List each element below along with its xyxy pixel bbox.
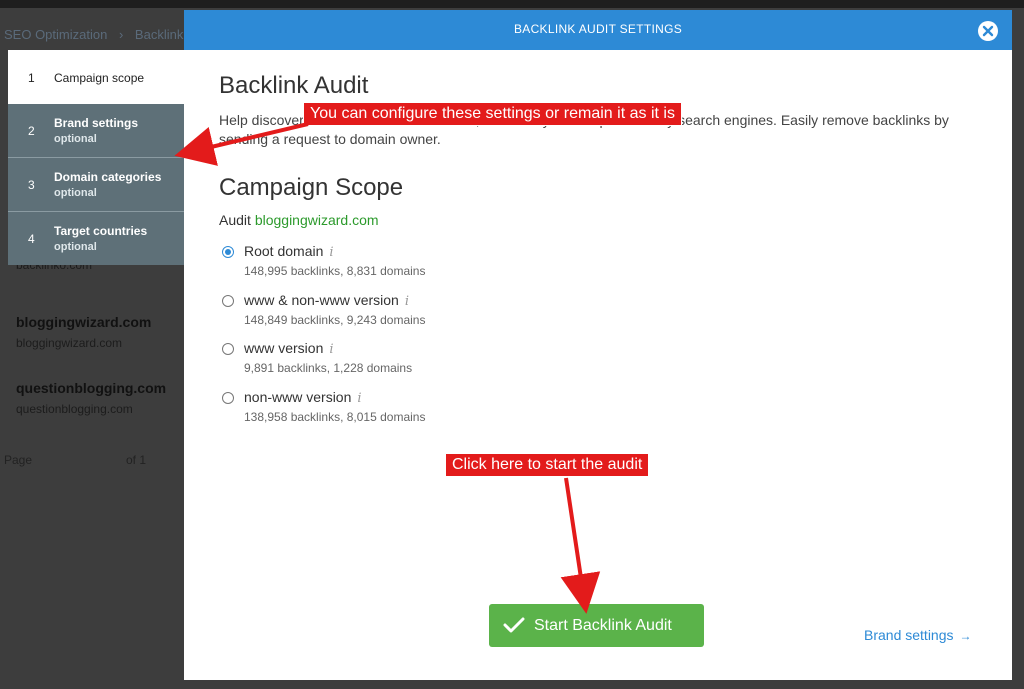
info-icon[interactable]: i: [329, 245, 333, 260]
close-icon: [982, 25, 994, 37]
modal-title: BACKLINK AUDIT SETTINGS: [513, 22, 683, 36]
info-icon[interactable]: i: [405, 294, 409, 309]
step-domain-categories[interactable]: 3 Domain categories optional: [8, 158, 184, 211]
info-icon[interactable]: i: [357, 391, 361, 406]
radio-button[interactable]: [222, 295, 234, 307]
step-sub: optional: [54, 133, 97, 145]
audit-domain: bloggingwizard.com: [254, 212, 379, 228]
close-button[interactable]: [978, 21, 998, 41]
step-label: Campaign scope: [54, 71, 145, 85]
option-stats: 138,958 backlinks, 8,015 domains: [244, 410, 426, 424]
breadcrumb-separator: ›: [118, 27, 124, 42]
top-bar: [0, 0, 1024, 8]
pager-label: Page: [4, 453, 33, 467]
steps-panel: 1 Campaign scope 2 Brand settings option…: [8, 50, 184, 265]
step-number: 1: [28, 71, 35, 85]
pager-total: of 1: [126, 453, 147, 467]
radio-button[interactable]: [222, 246, 234, 258]
step-label: Target countries: [54, 224, 148, 238]
step-brand-settings[interactable]: 2 Brand settings optional: [8, 104, 184, 157]
option-label: non-www version i: [244, 389, 362, 406]
step-number: 3: [28, 178, 35, 192]
audit-prefix: Audit: [219, 212, 251, 228]
next-link-label: Brand settings: [864, 627, 954, 643]
step-sub: optional: [54, 187, 97, 199]
list-item-title: questionblogging.com: [16, 380, 167, 396]
step-label: Domain categories: [54, 170, 162, 184]
step-label: Brand settings: [54, 116, 139, 130]
annotation-settings-note: You can configure these settings or rema…: [303, 102, 682, 126]
step-number: 4: [28, 232, 35, 246]
option-stats: 148,849 backlinks, 9,243 domains: [244, 313, 426, 327]
step-target-countries[interactable]: 4 Target countries optional: [8, 212, 184, 265]
arrow-right-icon: →: [959, 629, 972, 643]
step-campaign-scope[interactable]: 1 Campaign scope: [8, 50, 184, 104]
start-audit-label: Start Backlink Audit: [534, 617, 672, 634]
section-title: Campaign Scope: [219, 174, 404, 201]
annotation-start-note: Click here to start the audit: [445, 453, 650, 477]
breadcrumb: SEO Optimization › Backlink A: [4, 27, 203, 42]
list-item-title: bloggingwizard.com: [16, 314, 152, 330]
brand-settings-link[interactable]: Brand settings →: [864, 627, 972, 643]
modal-header: BACKLINK AUDIT SETTINGS: [184, 10, 1012, 50]
radio-button[interactable]: [222, 343, 234, 355]
option-label: Root domain i: [244, 243, 334, 260]
start-audit-button[interactable]: Start Backlink Audit: [489, 604, 704, 647]
option-stats: 9,891 backlinks, 1,228 domains: [244, 361, 413, 375]
list-item-sub: bloggingwizard.com: [16, 336, 123, 350]
audit-target: Audit bloggingwizard.com: [219, 212, 379, 228]
option-label: www version i: [244, 340, 334, 357]
radio-button[interactable]: [222, 392, 234, 404]
info-icon[interactable]: i: [329, 342, 333, 357]
breadcrumb-item[interactable]: SEO Optimization: [4, 27, 107, 42]
step-sub: optional: [54, 241, 97, 253]
list-item: bloggingwizard.com bloggingwizard.com: [16, 314, 151, 350]
option-label: www & non-www version i: [244, 292, 409, 309]
checkmark-icon: [503, 617, 525, 633]
list-item: questionblogging.com questionblogging.co…: [16, 380, 166, 416]
option-stats: 148,995 backlinks, 8,831 domains: [244, 264, 426, 278]
step-number: 2: [28, 124, 35, 138]
list-item-sub: questionblogging.com: [16, 402, 133, 416]
pager: Page of 1: [4, 453, 146, 467]
page-title: Backlink Audit: [219, 72, 369, 99]
